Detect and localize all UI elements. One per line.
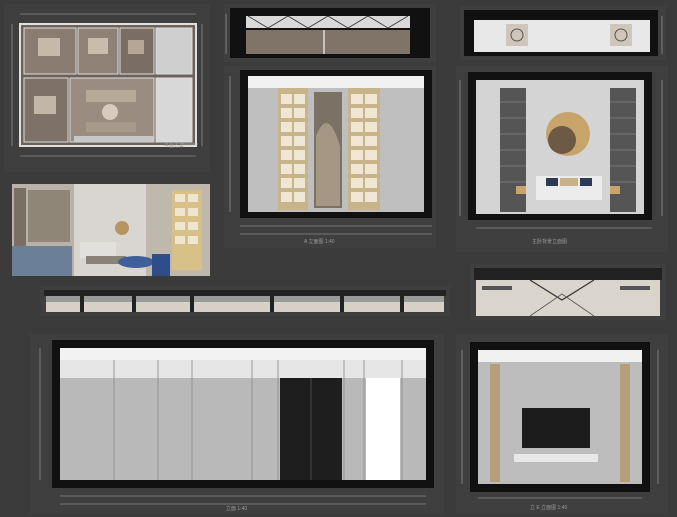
ceiling-section-a [224, 4, 436, 62]
elevation-a: A 立面图 1:40 [224, 66, 436, 248]
floor-plan-title: 平面方案 [164, 143, 185, 149]
elevation-e-title: 立 E 立面图 1:40 [530, 505, 568, 511]
floor-plan-sheet: 平面方案 [4, 4, 210, 172]
elevation-b: 主卧背景立面图 [456, 66, 668, 252]
interior-rendering [12, 184, 210, 276]
elevation-a-title: A 立面图 1:40 [304, 239, 335, 245]
elevation-e: 立 E 立面图 1:40 [456, 334, 668, 514]
long-section [40, 286, 450, 316]
elevation-d: 立面 1:40 [30, 334, 444, 514]
ceiling-section-b [460, 6, 666, 60]
detail-section [470, 264, 666, 320]
elevation-b-title: 主卧背景立面图 [532, 239, 568, 245]
elevation-d-title: 立面 1:40 [226, 506, 248, 512]
